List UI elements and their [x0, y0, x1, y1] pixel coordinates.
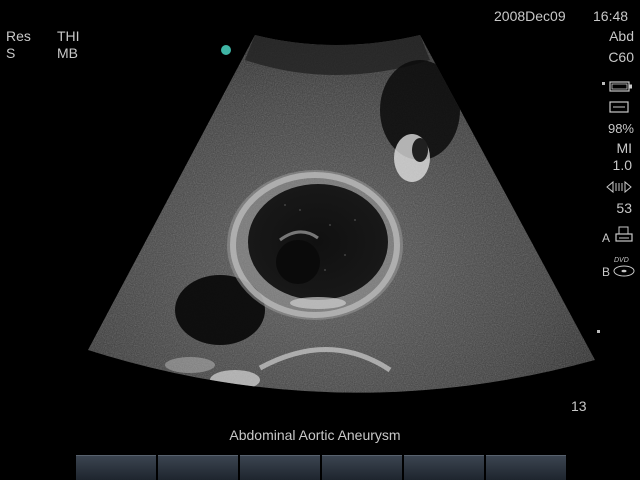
softkey-bar	[76, 455, 566, 480]
battery-icon	[609, 81, 632, 92]
depth-value: 13	[571, 398, 587, 414]
ultrasound-sector-image	[88, 35, 595, 393]
time-label: 16:48	[593, 8, 629, 24]
softkey-5[interactable]	[404, 455, 484, 480]
battery-percent: 98%	[607, 121, 634, 136]
gain-arrows-icon	[606, 180, 632, 194]
softkey-4[interactable]	[322, 455, 402, 480]
image-caption: Abdominal Aortic Aneurysm	[229, 427, 401, 443]
softkey-6[interactable]	[486, 455, 566, 480]
record-b-label: B	[602, 265, 611, 279]
orientation-marker-icon	[221, 45, 231, 55]
mi-label: MI	[616, 140, 632, 156]
transducer-label: C60	[608, 49, 634, 65]
print-a-label: A	[602, 231, 611, 245]
gain-value: 53	[616, 200, 632, 216]
aorta-aneurysm	[227, 170, 403, 320]
date-label: 2008Dec09	[494, 8, 566, 24]
mi-value: 1.0	[612, 157, 632, 173]
softkey-1[interactable]	[76, 455, 156, 480]
mode-res-label: Res	[6, 28, 31, 44]
mode-mb-label: MB	[57, 45, 78, 61]
memory-icon	[609, 101, 629, 113]
softkey-2[interactable]	[158, 455, 238, 480]
softkey-3[interactable]	[240, 455, 320, 480]
mode-thi-label: THI	[57, 28, 80, 44]
printer-icon	[615, 226, 633, 242]
preset-label: Abd	[609, 28, 634, 44]
scale-dot	[602, 82, 605, 85]
depth-tick-dot	[597, 330, 600, 333]
mode-s-label: S	[6, 45, 16, 61]
dvd-disc-icon	[613, 265, 635, 277]
